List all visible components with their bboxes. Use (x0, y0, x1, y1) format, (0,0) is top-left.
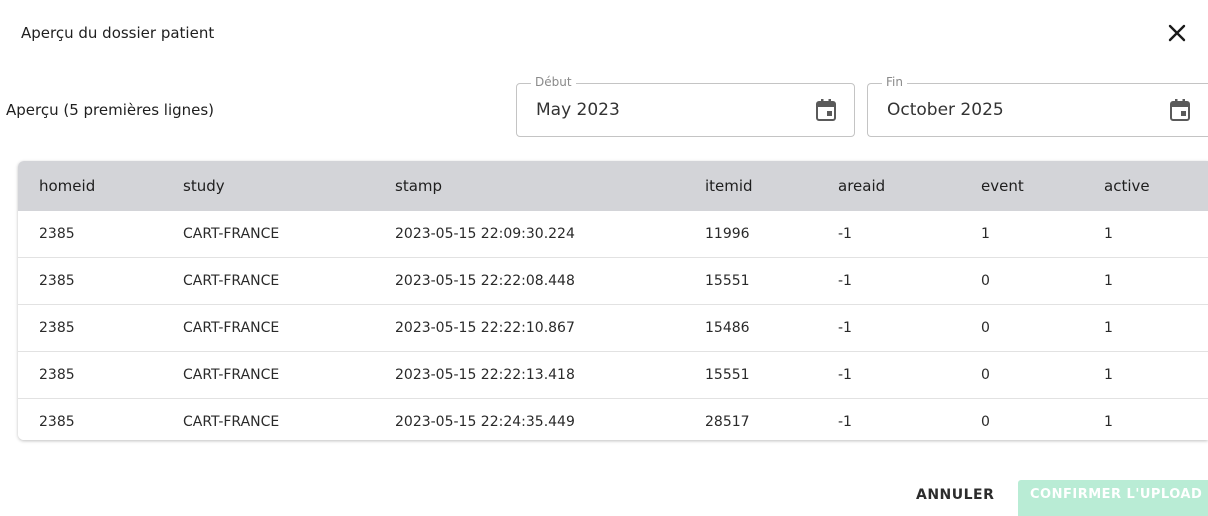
table-cell: 0 (981, 273, 990, 289)
table-cell: -1 (838, 273, 852, 289)
column-header: event (981, 177, 1024, 195)
table-cell: CART-FRANCE (183, 367, 280, 383)
calendar-icon[interactable] (1169, 98, 1191, 122)
start-date-legend: Début (531, 75, 576, 89)
table-cell: CART-FRANCE (183, 320, 280, 336)
start-date-field[interactable]: Début May 2023 (516, 75, 855, 137)
dialog-title: Aperçu du dossier patient (21, 24, 215, 42)
table-cell: 2385 (39, 273, 75, 289)
table-cell: 2385 (39, 226, 75, 242)
table-cell: CART-FRANCE (183, 414, 280, 430)
confirm-upload-label: CONFIRMER L'UPLOAD (1030, 487, 1203, 502)
close-icon (1168, 24, 1186, 42)
table-cell: 15551 (705, 367, 750, 383)
table-cell: 2023-05-15 22:22:10.867 (395, 320, 575, 336)
table-cell: 28517 (705, 414, 750, 430)
column-header: study (183, 177, 225, 195)
table-cell: 2023-05-15 22:09:30.224 (395, 226, 575, 242)
table-cell: 1 (981, 226, 990, 242)
preview-table: homeid study stamp itemid areaid event a… (18, 161, 1208, 440)
table-cell: -1 (838, 226, 852, 242)
table-cell: 1 (1104, 414, 1113, 430)
table-cell: CART-FRANCE (183, 273, 280, 289)
table-row: 2385 CART-FRANCE 2023-05-15 22:22:08.448… (18, 257, 1208, 304)
table-cell: 1 (1104, 273, 1113, 289)
table-cell: 0 (981, 414, 990, 430)
table-cell: 1 (1104, 226, 1113, 242)
table-header: homeid study stamp itemid areaid event a… (18, 161, 1208, 211)
column-header: itemid (705, 177, 753, 195)
end-date-legend: Fin (882, 75, 907, 89)
column-header: stamp (395, 177, 443, 195)
table-cell: 2023-05-15 22:24:35.449 (395, 414, 575, 430)
table-cell: CART-FRANCE (183, 226, 280, 242)
table-body: 2385 CART-FRANCE 2023-05-15 22:09:30.224… (18, 211, 1208, 440)
table-cell: 1 (1104, 367, 1113, 383)
table-cell: 0 (981, 367, 990, 383)
table-cell: 1 (1104, 320, 1113, 336)
end-date-value: October 2025 (887, 100, 1004, 120)
preview-label: Aperçu (5 premières lignes) (6, 101, 215, 119)
column-header: homeid (39, 177, 96, 195)
table-cell: 2385 (39, 367, 75, 383)
table-cell: 2023-05-15 22:22:13.418 (395, 367, 575, 383)
table-cell: 2385 (39, 414, 75, 430)
calendar-icon[interactable] (815, 98, 837, 122)
table-row: 2385 CART-FRANCE 2023-05-15 22:09:30.224… (18, 211, 1208, 257)
table-cell: 2023-05-15 22:22:08.448 (395, 273, 575, 289)
cancel-button[interactable]: ANNULER (916, 487, 994, 503)
table-cell: 15551 (705, 273, 750, 289)
confirm-upload-button[interactable]: CONFIRMER L'UPLOAD (1018, 480, 1208, 516)
table-cell: -1 (838, 414, 852, 430)
table-cell: 0 (981, 320, 990, 336)
table-cell: -1 (838, 367, 852, 383)
table-row: 2385 CART-FRANCE 2023-05-15 22:22:10.867… (18, 304, 1208, 351)
table-cell: 15486 (705, 320, 750, 336)
table-cell: 11996 (705, 226, 750, 242)
table-row: 2385 CART-FRANCE 2023-05-15 22:22:13.418… (18, 351, 1208, 398)
table-row: 2385 CART-FRANCE 2023-05-15 22:24:35.449… (18, 398, 1208, 440)
column-header: active (1104, 177, 1150, 195)
start-date-value: May 2023 (536, 100, 620, 120)
table-cell: -1 (838, 320, 852, 336)
table-cell: 2385 (39, 320, 75, 336)
column-header: areaid (838, 177, 886, 195)
end-date-field[interactable]: Fin October 2025 (867, 75, 1208, 137)
close-button[interactable] (1164, 20, 1190, 46)
